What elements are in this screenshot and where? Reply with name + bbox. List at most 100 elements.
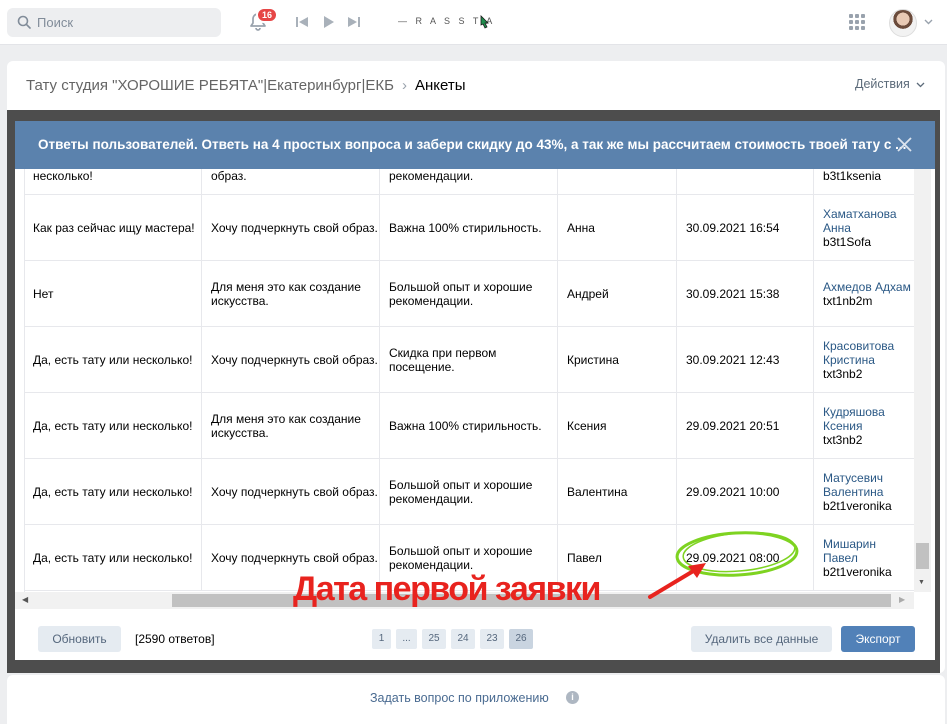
notification-badge: 16	[256, 7, 278, 23]
chevron-down-icon[interactable]	[924, 19, 933, 25]
search-input[interactable]	[37, 8, 217, 37]
author-link[interactable]: Хаматханова Анна	[823, 207, 914, 235]
page-button[interactable]: 25	[422, 629, 446, 649]
author-cell: Хаматханова Анна b3t1Sofa	[814, 195, 914, 260]
date-cell: 30.09.2021 15:38	[677, 261, 814, 326]
author-id: b2t1veronika	[823, 564, 892, 579]
table-cell: Анна	[558, 195, 677, 260]
ask-question-link[interactable]: Задать вопрос по приложению	[370, 691, 549, 705]
table-cell: несколько!	[24, 169, 202, 194]
author-id: txt3nb2	[823, 366, 863, 381]
author-cell: b3t1ksenia	[814, 169, 914, 194]
table-row: Как раз сейчас ищу мастера! Хочу подчерк…	[24, 195, 914, 261]
modal-title: Ответы пользователей. Ответь на 4 просты…	[38, 137, 907, 152]
date-cell: 29.09.2021 20:51	[677, 393, 814, 458]
table-cell: Нет	[24, 261, 202, 326]
delete-all-button[interactable]: Удалить все данные	[691, 626, 832, 652]
table-cell: образ.	[202, 169, 380, 194]
author-id: b2t1veronika	[823, 498, 892, 513]
search-icon	[17, 15, 31, 29]
table-row: Да, есть тату или несколько! Хочу подчер…	[24, 459, 914, 525]
cursor-icon	[480, 15, 489, 29]
close-icon[interactable]	[897, 137, 912, 152]
author-cell: Ахмедов Адхам txt1nb2m	[814, 261, 914, 326]
table-row: Да, есть тату или несколько! Для меня эт…	[24, 393, 914, 459]
scrollbar-thumb[interactable]	[916, 543, 929, 569]
next-track-icon[interactable]	[346, 14, 362, 30]
table-cell: Да, есть тату или несколько!	[24, 327, 202, 392]
chevron-right-icon: ›	[401, 77, 407, 94]
table-cell: Большой опыт и хорошие рекомендации.	[380, 261, 558, 326]
date-cell: 29.09.2021 08:00	[677, 525, 814, 590]
table-row: Да, есть тату или несколько! Хочу подчер…	[24, 327, 914, 393]
table-cell: Важна 100% стирильность.	[380, 195, 558, 260]
author-link[interactable]: Ахмедов Адхам	[823, 280, 911, 294]
scroll-down-arrow-icon[interactable]: ▼	[918, 579, 925, 586]
table-cell: Для меня это как создание искусства.	[202, 261, 380, 326]
breadcrumb-app-link[interactable]: Тату студия "ХОРОШИЕ РЕБЯТА"|Екатеринбур…	[26, 77, 394, 94]
table-cell: Да, есть тату или несколько!	[24, 525, 202, 590]
table-cell: Важна 100% стирильность.	[380, 393, 558, 458]
search-box[interactable]	[7, 8, 221, 37]
breadcrumb: Тату студия "ХОРОШИЕ РЕБЯТА"|Екатеринбур…	[26, 77, 465, 94]
author-cell: Кудряшова Ксения txt3nb2	[814, 393, 914, 458]
table-cell: Хочу подчеркнуть свой образ.	[202, 327, 380, 392]
author-link[interactable]: Мишарин Павел	[823, 537, 914, 565]
page-button-current[interactable]: 26	[509, 629, 533, 649]
annotation-text: Дата первой заявки	[293, 570, 601, 608]
vertical-scrollbar[interactable]: ▼	[914, 169, 931, 592]
actions-label: Действия	[855, 77, 910, 91]
author-id: txt3nb2	[823, 432, 863, 447]
top-bar: 16 — R A S S T A	[0, 0, 947, 45]
author-id: b3t1Sofa	[823, 234, 872, 249]
previous-track-icon[interactable]	[294, 14, 310, 30]
table-left-border	[24, 169, 25, 592]
table-cell: Ксения	[558, 393, 677, 458]
page-button[interactable]: 23	[480, 629, 504, 649]
page-ellipsis[interactable]: ...	[396, 629, 417, 649]
responses-table: несколько! образ. рекомендации. b3t1ksen…	[15, 169, 914, 592]
table-cell: Для меня это как создание искусства.	[202, 393, 380, 458]
table-cell: Большой опыт и хорошие рекомендации.	[380, 459, 558, 524]
table-cell: рекомендации.	[380, 169, 558, 194]
scroll-left-arrow-icon[interactable]: ◀	[22, 595, 28, 604]
table-row: Нет Для меня это как создание искусства.…	[24, 261, 914, 327]
export-button[interactable]: Экспорт	[841, 626, 915, 652]
user-avatar[interactable]	[889, 9, 917, 37]
breadcrumb-current: Анкеты	[414, 77, 466, 94]
apps-grid-icon[interactable]	[848, 13, 866, 31]
table-cell: Скидка при первом посещение.	[380, 327, 558, 392]
info-icon[interactable]: i	[566, 691, 579, 704]
page-button[interactable]: 24	[451, 629, 475, 649]
scroll-right-arrow-icon[interactable]: ▶	[899, 595, 905, 604]
chevron-down-icon	[916, 82, 925, 88]
date-cell: 30.09.2021 16:54	[677, 195, 814, 260]
table-cell: Хочу подчеркнуть свой образ.	[202, 459, 380, 524]
table-cell	[677, 169, 814, 194]
table-cell: Валентина	[558, 459, 677, 524]
author-id: b3t1ksenia	[823, 169, 882, 183]
play-icon[interactable]	[320, 14, 336, 30]
date-cell: 30.09.2021 12:43	[677, 327, 814, 392]
author-link[interactable]: Кудряшова Ксения	[823, 405, 914, 433]
table-cell: Андрей	[558, 261, 677, 326]
author-link[interactable]: Матусевич Валентина	[823, 471, 914, 499]
actions-dropdown[interactable]: Действия	[855, 77, 925, 91]
author-cell: Красовитова Кристина txt3nb2	[814, 327, 914, 392]
author-link[interactable]: Красовитова Кристина	[823, 339, 914, 367]
table-cell	[558, 169, 677, 194]
author-id: txt1nb2m	[823, 293, 873, 308]
table-cell: Да, есть тату или несколько!	[24, 393, 202, 458]
table-cell: Хочу подчеркнуть свой образ.	[202, 195, 380, 260]
page-button[interactable]: 1	[372, 629, 391, 649]
responses-count: [2590 ответов]	[135, 632, 215, 646]
table-row: несколько! образ. рекомендации. b3t1ksen…	[24, 169, 914, 195]
table-cell: Как раз сейчас ищу мастера!	[24, 195, 202, 260]
author-cell: Мишарин Павел b2t1veronika	[814, 525, 914, 590]
table-cell: Кристина	[558, 327, 677, 392]
author-cell: Матусевич Валентина b2t1veronika	[814, 459, 914, 524]
date-cell: 29.09.2021 10:00	[677, 459, 814, 524]
modal-header: Ответы пользователей. Ответь на 4 просты…	[15, 121, 935, 169]
refresh-button[interactable]: Обновить	[38, 626, 121, 652]
table-cell: Да, есть тату или несколько!	[24, 459, 202, 524]
